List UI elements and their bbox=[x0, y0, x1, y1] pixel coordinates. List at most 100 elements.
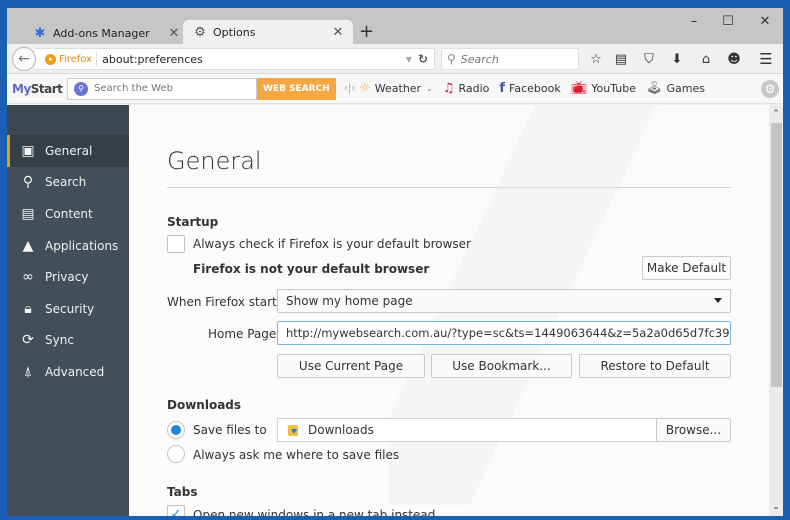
smiley-icon[interactable]: ☻ bbox=[725, 51, 743, 67]
scroll-down-icon[interactable]: ⌄ bbox=[769, 500, 783, 514]
scroll-up-icon[interactable]: ⌃ bbox=[769, 107, 783, 121]
url-bar[interactable]: Firefox about:preferences ▼ ↻ bbox=[35, 48, 435, 70]
document-icon: ▤ bbox=[21, 205, 35, 222]
item-label: Weather bbox=[374, 82, 422, 95]
item-label: Radio bbox=[458, 82, 490, 95]
browse-button[interactable]: Browse... bbox=[656, 418, 731, 442]
general-icon: ▣ bbox=[21, 142, 35, 159]
sidebar-item-advanced[interactable]: ⍋ Advanced bbox=[7, 356, 129, 388]
sidebar-item-content[interactable]: ▤ Content bbox=[7, 198, 129, 230]
content-scrollbar[interactable]: ⌃ ⌄ bbox=[769, 105, 783, 516]
always-check-default-checkbox[interactable] bbox=[167, 235, 185, 253]
always-check-default-label: Always check if Firefox is your default … bbox=[193, 237, 471, 251]
toolbar-item-youtube[interactable]: 📺︎ YouTube bbox=[571, 81, 636, 96]
logo-prefix: My bbox=[12, 81, 31, 96]
sidebar-item-label: Privacy bbox=[45, 270, 89, 285]
open-new-windows-label: Open new windows in a new tab instead bbox=[193, 508, 436, 516]
when-starts-label: When Firefox starts: bbox=[167, 295, 288, 309]
use-current-page-button[interactable]: Use Current Page bbox=[277, 354, 425, 378]
bookmarks-list-icon[interactable]: ▤ bbox=[612, 51, 630, 67]
startup-heading: Startup bbox=[167, 215, 219, 229]
sidebar-item-label: Search bbox=[45, 175, 87, 190]
gear-icon: ⚙ bbox=[194, 24, 206, 40]
tab-label: Add-ons Manager bbox=[53, 26, 150, 40]
item-label: Games bbox=[666, 82, 705, 95]
lock-icon: 🔒︎ bbox=[24, 300, 32, 317]
mystart-search-box[interactable]: ⚲ bbox=[67, 77, 257, 100]
back-button[interactable]: ← bbox=[12, 47, 36, 71]
pocket-icon[interactable]: ⛉ bbox=[640, 51, 658, 67]
web-search-button[interactable]: WEB SEARCH bbox=[257, 77, 336, 100]
tab-addons-manager[interactable]: ✱ Add-ons Manager ✕ bbox=[21, 22, 189, 44]
sidebar-item-security[interactable]: 🔒︎ Security bbox=[7, 293, 129, 325]
save-files-to-radio[interactable] bbox=[167, 421, 185, 439]
reload-icon[interactable]: ↻ bbox=[418, 52, 428, 66]
title-divider bbox=[167, 187, 731, 188]
make-default-button[interactable]: Make Default bbox=[642, 256, 731, 280]
tab-options[interactable]: ⚙ Options ✕ bbox=[183, 20, 353, 44]
sidebar-item-label: Applications bbox=[45, 238, 119, 253]
sync-icon: ⟳ bbox=[22, 332, 34, 349]
toolbar-item-weather[interactable]: ☼ Weather ⌄ bbox=[359, 81, 433, 96]
scrollbar-thumb[interactable] bbox=[771, 123, 782, 387]
joystick-icon: 🕹︎ bbox=[645, 81, 663, 96]
close-tab-icon[interactable]: ✕ bbox=[167, 26, 181, 41]
back-arrow-icon: ← bbox=[18, 51, 30, 67]
always-ask-label: Always ask me where to save files bbox=[193, 448, 400, 462]
browser-window: ✱ Add-ons Manager ✕ ⚙ Options ✕ + – ☐ ✕ … bbox=[7, 8, 783, 516]
restore-to-default-button[interactable]: Restore to Default bbox=[579, 354, 731, 378]
sidebar-item-applications[interactable]: ▲ Applications bbox=[7, 230, 129, 262]
history-dropdown-icon[interactable]: ▼ bbox=[406, 55, 412, 64]
identity-badge[interactable]: Firefox bbox=[41, 52, 98, 66]
downloads-heading: Downloads bbox=[167, 398, 242, 412]
use-bookmark-button[interactable]: Use Bookmark... bbox=[431, 354, 572, 378]
preferences-content: General Startup Always check if Firefox … bbox=[129, 105, 769, 516]
sidebar-header bbox=[7, 105, 129, 135]
sidebar-item-privacy[interactable]: ∞ Privacy bbox=[7, 261, 129, 293]
close-window-button[interactable]: ✕ bbox=[750, 12, 780, 32]
not-default-browser-text: Firefox is not your default browser bbox=[193, 262, 430, 276]
chevron-down-icon[interactable]: ⌄ bbox=[426, 84, 433, 93]
logo-suffix: Start bbox=[30, 81, 63, 96]
maximize-button[interactable]: ☐ bbox=[713, 12, 743, 32]
search-input[interactable] bbox=[460, 52, 561, 66]
navigation-bar: Firefox about:preferences ▼ ↻ ← ⚲ ☆ ▤ ⛉ … bbox=[7, 44, 783, 74]
url-text[interactable]: about:preferences bbox=[97, 53, 406, 66]
folder-icon bbox=[288, 424, 298, 436]
home-page-label: Home Page: bbox=[208, 327, 281, 341]
download-folder-name: Downloads bbox=[308, 423, 374, 437]
always-ask-radio[interactable] bbox=[167, 445, 185, 463]
identity-label: Firefox bbox=[59, 53, 93, 65]
sidebar-item-general[interactable]: ▣ General bbox=[7, 135, 129, 167]
mystart-logo[interactable]: MyStart bbox=[12, 81, 63, 96]
save-files-to-label: Save files to bbox=[193, 423, 267, 437]
search-icon: ⚲ bbox=[447, 52, 456, 66]
mystart-search-input[interactable] bbox=[94, 83, 244, 94]
menu-icon[interactable]: ☰ bbox=[757, 50, 775, 68]
search-icon: ⚲ bbox=[74, 81, 88, 96]
sidebar-item-label: Content bbox=[45, 206, 93, 221]
when-starts-select[interactable]: Show my home page bbox=[277, 289, 731, 313]
sidebar-item-search[interactable]: ⚲ Search bbox=[7, 167, 129, 199]
sidebar-item-label: General bbox=[45, 143, 93, 158]
open-new-windows-checkbox[interactable]: ✓ bbox=[167, 505, 185, 516]
new-tab-button[interactable]: + bbox=[359, 22, 374, 42]
minimize-button[interactable]: – bbox=[679, 12, 709, 32]
sidebar-item-label: Advanced bbox=[45, 364, 105, 379]
download-icon[interactable]: ⬇ bbox=[668, 51, 686, 67]
toolbar-item-games[interactable]: 🕹︎ Games bbox=[646, 81, 705, 96]
search-bar[interactable]: ⚲ bbox=[441, 48, 579, 70]
settings-gear-icon[interactable]: ⚙ bbox=[761, 80, 779, 98]
sidebar-item-sync[interactable]: ⟳ Sync bbox=[7, 325, 129, 357]
firefox-icon bbox=[45, 53, 56, 65]
bookmark-star-icon[interactable]: ☆ bbox=[587, 51, 605, 67]
home-icon[interactable]: ⌂ bbox=[697, 51, 715, 67]
headphones-icon: ♫ bbox=[442, 81, 455, 96]
home-page-input[interactable]: http://mywebsearch.com.au/?type=sc&ts=14… bbox=[277, 321, 731, 345]
toolbar-item-radio[interactable]: ♫ Radio bbox=[443, 81, 490, 96]
download-folder-field: Downloads bbox=[277, 418, 657, 442]
item-label: YouTube bbox=[591, 82, 636, 95]
close-tab-icon[interactable]: ✕ bbox=[331, 25, 345, 40]
toolbar-item-facebook[interactable]: f Facebook bbox=[499, 81, 560, 96]
mask-icon: ∞ bbox=[22, 269, 34, 286]
